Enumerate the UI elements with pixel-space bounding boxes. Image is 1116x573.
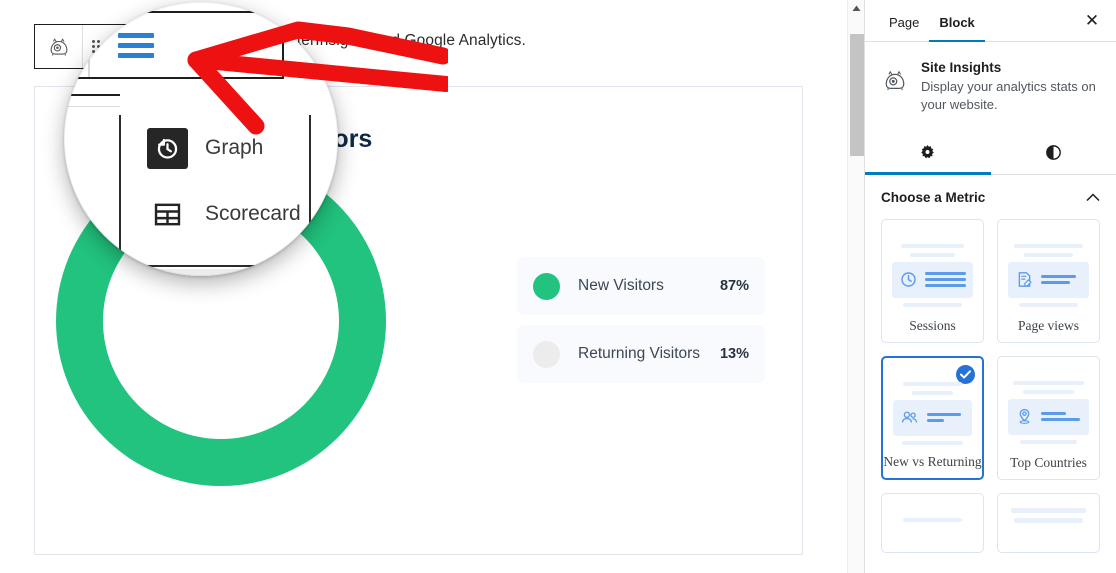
table-grid-icon [147, 194, 188, 235]
metric-thumb-band [1008, 261, 1089, 298]
legend-value: 87% [719, 278, 749, 294]
metric-thumbnail [893, 381, 972, 450]
tab-block[interactable]: Block [929, 15, 986, 42]
block-editor-canvas: …MonsterInsights and Google Analytics. N… [0, 0, 847, 573]
contrast-icon [1045, 145, 1061, 160]
metric-card-label: Top Countries [1010, 454, 1087, 470]
metric-card-page-views[interactable]: Page views [997, 218, 1100, 343]
metric-card-new-vs-returning[interactable]: New vs Returning [881, 355, 984, 480]
block-options-hamburger-button[interactable] [90, 13, 182, 77]
magnified-card-edge-secondary [64, 106, 120, 107]
settings-tab[interactable] [865, 131, 991, 175]
metric-card-partial-left[interactable] [881, 492, 984, 553]
monsterinsights-logo-icon [881, 60, 909, 115]
metric-thumbnail [892, 517, 973, 527]
legend-label: Returning Visitors [578, 345, 701, 362]
metric-thumb-band [1008, 398, 1089, 435]
legend-color-swatch [533, 340, 560, 368]
metric-card-label: New vs Returning [883, 453, 982, 469]
editor-scrollbar[interactable] [847, 0, 864, 573]
sidebar-tab-bar: Page Block ✕ [865, 0, 1116, 42]
legend-value: 13% [719, 346, 749, 362]
menu-item-scorecard[interactable]: Scorecard [121, 181, 309, 247]
legend-item-new-visitors: New Visitors 87% [517, 257, 765, 315]
legend-item-returning-visitors: Returning Visitors 13% [517, 325, 765, 383]
metric-thumbnail [892, 243, 973, 312]
panel-title: Choose a Metric [881, 190, 986, 206]
magnified-drag-handle-icon[interactable] [64, 13, 90, 77]
metric-thumb-band [893, 399, 972, 436]
metric-card-sessions[interactable]: Sessions [881, 218, 984, 343]
gear-icon [921, 144, 935, 159]
users-icon [901, 412, 918, 423]
metric-thumbnail [1008, 380, 1089, 449]
metric-card-partial-right[interactable] [997, 492, 1100, 553]
sidebar-icon-tab-bar [865, 131, 1116, 175]
scrollbar-thumb[interactable] [850, 34, 864, 156]
choose-a-metric-header[interactable]: Choose a Metric [865, 189, 1116, 219]
metric-thumb-band [892, 261, 973, 298]
chart-legend: New Visitors 87% Returning Visitors 13% [517, 257, 765, 393]
hamburger-icon [118, 28, 154, 63]
styles-tab[interactable] [991, 131, 1116, 174]
block-summary-text: Site Insights Display your analytics sta… [921, 60, 1100, 115]
map-pin-icon [1019, 409, 1030, 425]
clock-list-icon [901, 272, 916, 288]
block-settings-sidebar: Page Block ✕ Site Insights Display your … [864, 0, 1116, 573]
block-title: Site Insights [921, 60, 1002, 75]
metric-thumbnail [1008, 507, 1089, 528]
chevron-up-icon[interactable] [1086, 189, 1100, 207]
document-edit-icon [1018, 272, 1032, 288]
metric-card-label: Sessions [909, 317, 956, 333]
metric-card-top-countries[interactable]: Top Countries [997, 355, 1100, 480]
metric-card-grid: Sessions Page views New vs Returning Top… [865, 218, 1116, 553]
menu-item-label: Scorecard [205, 202, 301, 225]
legend-color-swatch [533, 272, 560, 300]
close-icon[interactable]: ✕ [1078, 7, 1106, 35]
tab-page[interactable]: Page [879, 15, 929, 41]
choose-a-metric-panel: Choose a Metric Sessions Page views New … [865, 175, 1116, 553]
legend-label: New Visitors [578, 277, 664, 294]
block-summary: Site Insights Display your analytics sta… [865, 42, 1116, 119]
menu-item-label: Graph [205, 136, 264, 159]
magnified-card-edge [64, 94, 120, 96]
block-description: Display your analytics stats on your web… [921, 79, 1096, 113]
annotation-arrow [187, 21, 448, 135]
metric-card-label: Page views [1017, 317, 1080, 333]
scroll-up-arrow-icon[interactable] [848, 0, 865, 17]
metric-thumbnail [1008, 243, 1089, 312]
